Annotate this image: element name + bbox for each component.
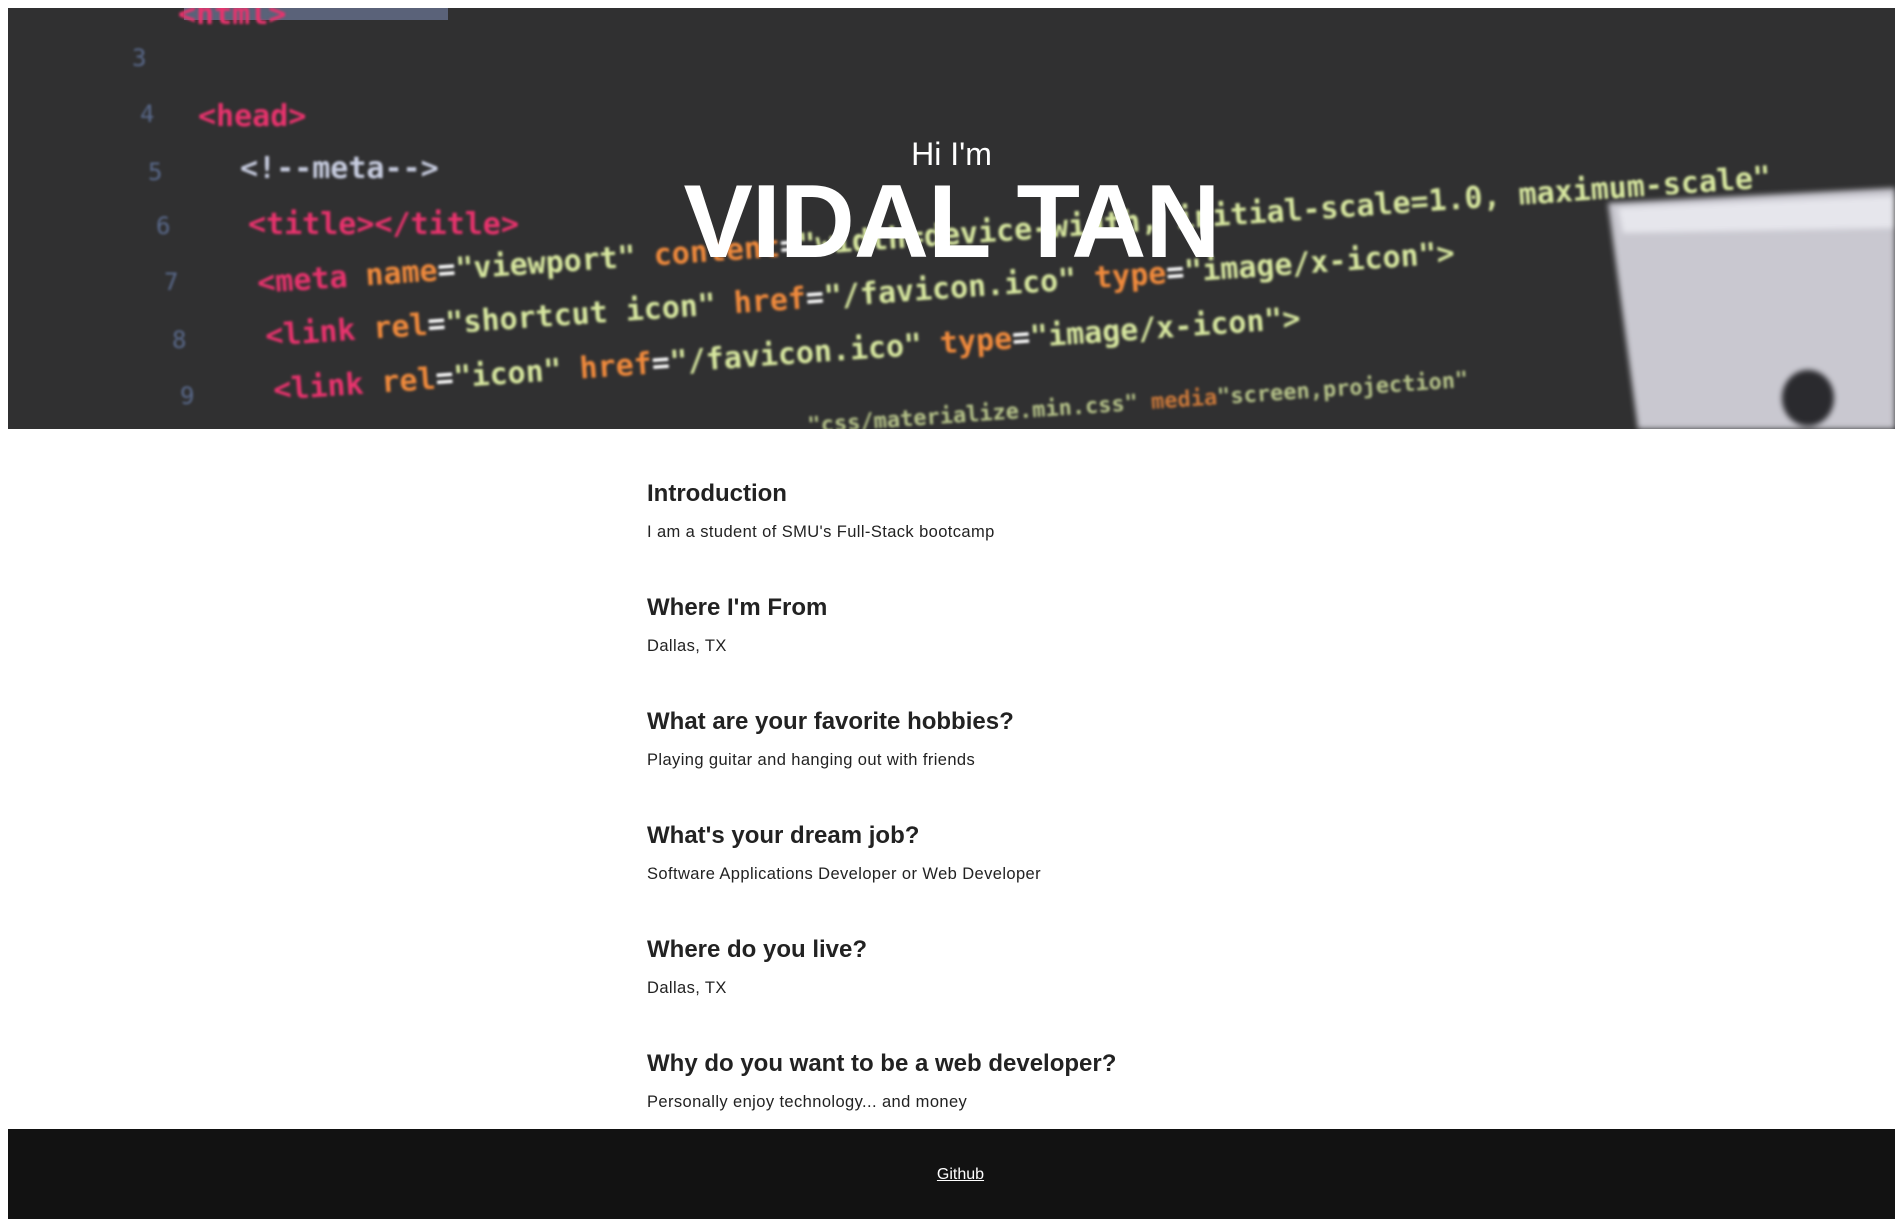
svg-text:9: 9 — [180, 382, 194, 410]
section-heading: Where do you live? — [647, 936, 868, 963]
section-heading: Where I'm From — [647, 594, 828, 621]
section-text: Playing guitar and hanging out with frie… — [647, 751, 976, 769]
section-where-live: Where do you live? Dallas, TX — [647, 936, 1287, 1050]
page: 3 4 5 6 7 8 9 <html> <head> <!--meta--> … — [8, 8, 1895, 1219]
svg-text:<html>: <html> — [178, 8, 286, 32]
section-introduction: Introduction I am a student of SMU's Ful… — [647, 480, 1287, 594]
svg-text:<head>: <head> — [198, 99, 306, 134]
svg-text:4: 4 — [140, 100, 154, 128]
section-where-from: Where I'm From Dallas, TX — [647, 594, 1287, 708]
svg-text:3: 3 — [132, 44, 146, 72]
hero-banner: 3 4 5 6 7 8 9 <html> <head> <!--meta--> … — [8, 8, 1895, 429]
footer: Github — [8, 1129, 1895, 1219]
section-heading: Why do you want to be a web developer? — [647, 1050, 1117, 1077]
section-hobbies: What are your favorite hobbies? Playing … — [647, 708, 1287, 822]
section-text: Dallas, TX — [647, 637, 727, 655]
github-link[interactable]: Github — [8, 1165, 1903, 1185]
section-dream-job: What's your dream job? Software Applicat… — [647, 822, 1287, 936]
section-text: Personally enjoy technology... and money — [647, 1093, 968, 1111]
section-heading: What's your dream job? — [647, 822, 920, 849]
svg-text:8: 8 — [172, 326, 186, 354]
section-text: Software Applications Developer or Web D… — [647, 865, 1042, 883]
section-text: I am a student of SMU's Full-Stack bootc… — [647, 523, 995, 541]
section-text: Dallas, TX — [647, 979, 727, 997]
section-heading: What are your favorite hobbies? — [647, 708, 1014, 735]
section-heading: Introduction — [647, 480, 787, 507]
main-content: Introduction I am a student of SMU's Ful… — [647, 480, 1287, 1164]
hero-name: VIDAL TAN — [683, 164, 1220, 280]
